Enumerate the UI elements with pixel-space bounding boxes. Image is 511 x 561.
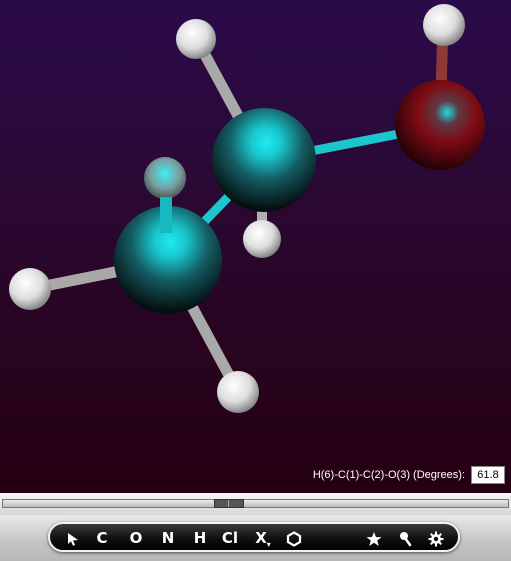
molecule-viewport[interactable]: H(6)-C(1)-C(2)-O(3) (Degrees):	[0, 0, 511, 493]
atom-h-top[interactable]	[176, 19, 216, 59]
atom-o3[interactable]	[395, 80, 485, 170]
pin-icon[interactable]	[396, 526, 416, 550]
dihedral-slider-panel	[0, 493, 511, 515]
toolbar-area: C O N H Cl X▾	[0, 515, 511, 561]
molecule-view[interactable]	[0, 0, 511, 493]
atom-h-bottom[interactable]	[217, 371, 259, 413]
pointer-icon[interactable]	[64, 526, 82, 550]
atom-h-back-c1[interactable]	[144, 157, 186, 199]
dihedral-slider-track[interactable]	[2, 499, 509, 508]
hydrogen-tool[interactable]: H	[190, 526, 210, 550]
gear-icon[interactable]	[426, 526, 446, 550]
atom-c2[interactable]	[212, 108, 316, 212]
dihedral-slider-thumb[interactable]	[214, 499, 244, 508]
atom-h-left[interactable]	[9, 268, 51, 310]
nitrogen-tool[interactable]: N	[158, 526, 178, 550]
element-toolbar: C O N H Cl X▾	[48, 522, 460, 552]
star-icon[interactable]	[364, 526, 384, 550]
chevron-down-icon: ▾	[266, 540, 271, 549]
dihedral-value-field[interactable]	[471, 466, 505, 484]
other-element-label: X	[255, 529, 267, 547]
carbon-tool[interactable]: C	[92, 526, 112, 550]
bond-c1-h-back-front	[160, 197, 172, 233]
ring-tool-icon[interactable]	[284, 526, 304, 550]
dihedral-readout: H(6)-C(1)-C(2)-O(3) (Degrees):	[313, 466, 505, 484]
oxygen-tool[interactable]: O	[126, 526, 146, 550]
other-element-dropdown[interactable]: X▾	[250, 526, 276, 550]
atom-h-oh[interactable]	[423, 4, 465, 46]
atom-h-back-c2[interactable]	[243, 220, 281, 258]
dihedral-label: H(6)-C(1)-C(2)-O(3) (Degrees):	[312, 469, 465, 481]
chlorine-tool[interactable]: Cl	[218, 526, 242, 550]
